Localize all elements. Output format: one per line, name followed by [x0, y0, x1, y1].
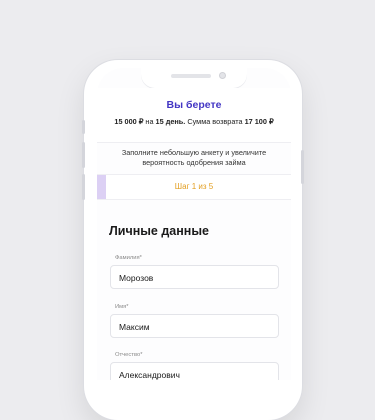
phone-side-button — [82, 174, 85, 200]
loan-summary: Вы берете 15 000 ₽ на 15 день. Сумма воз… — [97, 88, 291, 143]
loan-amount: 15 000 ₽ — [114, 117, 144, 126]
lastname-value: Морозов — [119, 273, 154, 283]
camera-icon — [219, 72, 226, 79]
step-indicator: Шаг 1 из 5 — [97, 174, 291, 200]
summary-title: Вы берете — [166, 99, 222, 111]
summary-details: 15 000 ₽ на 15 день. Сумма возврата 17 1… — [97, 117, 291, 126]
firstname-field[interactable]: Максим — [110, 314, 279, 338]
phone-side-button — [82, 142, 85, 168]
return-amount: 17 100 ₽ — [244, 117, 274, 126]
patronymic-label: Отчество* — [115, 352, 143, 358]
phone-screen: Вы берете 15 000 ₽ на 15 день. Сумма воз… — [97, 68, 291, 380]
loan-days: 15 день. — [155, 117, 186, 126]
speaker-icon — [171, 74, 211, 78]
lastname-field[interactable]: Морозов — [110, 265, 279, 289]
phone-side-button — [82, 120, 85, 134]
lastname-label: Фамилия* — [115, 255, 142, 261]
summary-on: на — [145, 117, 154, 126]
patronymic-value: Александрович — [119, 370, 180, 380]
step-label: Шаг 1 из 5 — [174, 182, 214, 191]
firstname-label: Имя* — [115, 304, 129, 310]
patronymic-field[interactable]: Александрович — [110, 362, 279, 380]
return-label: Сумма возврата — [187, 117, 243, 126]
section-title: Личные данные — [109, 224, 209, 238]
form-hint: Заполните небольшую анкету и увеличите в… — [121, 148, 267, 167]
phone-side-button — [301, 150, 304, 184]
phone-notch — [141, 68, 247, 88]
firstname-value: Максим — [119, 322, 150, 332]
